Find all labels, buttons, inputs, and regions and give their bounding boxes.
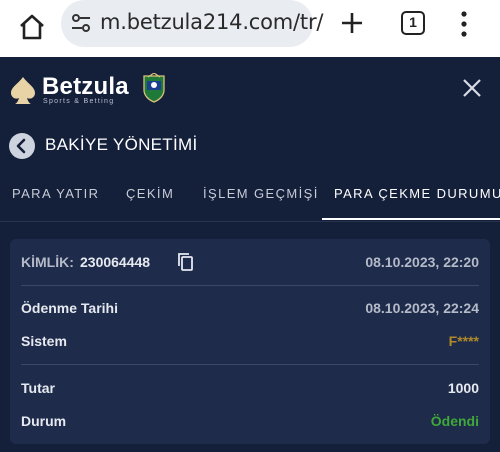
id-value: 230064448 bbox=[80, 254, 151, 270]
brand-tagline: Sports & Betting bbox=[43, 98, 115, 105]
club-badge-icon bbox=[143, 73, 165, 103]
active-tab-indicator bbox=[322, 218, 500, 220]
address-bar[interactable]: m.betzula214.com/tr/ bbox=[61, 0, 323, 47]
payment-date-label: Ödenme Tarihi bbox=[21, 300, 118, 316]
tab-withdrawal-status[interactable]: PARA ÇEKME DURUMU bbox=[334, 186, 500, 201]
payment-date-value: 08.10.2023, 22:24 bbox=[365, 300, 479, 316]
tab-bar: PARA YATIR ÇEKİM İŞLEM GEÇMİŞİ PARA ÇEKM… bbox=[0, 172, 500, 221]
status-badge: Ödendi bbox=[430, 413, 479, 429]
status-label: Durum bbox=[21, 413, 67, 429]
tab-deposit[interactable]: PARA YATIR bbox=[12, 186, 99, 201]
more-options-icon[interactable] bbox=[458, 10, 470, 38]
tab-withdraw[interactable]: ÇEKİM bbox=[126, 186, 174, 201]
card-divider bbox=[21, 285, 479, 286]
status-row: Durum Ödendi bbox=[21, 411, 479, 433]
app-header: Betzula Sports & Betting bbox=[0, 57, 500, 119]
withdrawal-card: KİMLİK: 230064448 08.10.2023, 22:20 Öden… bbox=[10, 239, 490, 444]
amount-row: Tutar 1000 bbox=[21, 378, 479, 400]
chevron-left-icon bbox=[16, 138, 26, 154]
site-settings-icon[interactable] bbox=[69, 11, 93, 35]
tabs-divider bbox=[0, 221, 500, 222]
id-label: KİMLİK: bbox=[21, 254, 74, 270]
close-icon[interactable] bbox=[461, 77, 483, 99]
back-button[interactable] bbox=[9, 133, 35, 159]
system-value: F**** bbox=[448, 333, 479, 349]
spade-icon bbox=[11, 77, 35, 104]
amount-value: 1000 bbox=[447, 380, 479, 396]
id-row: KİMLİK: 230064448 08.10.2023, 22:20 bbox=[21, 252, 479, 274]
home-icon[interactable] bbox=[17, 12, 47, 42]
system-row: Sistem F**** bbox=[21, 331, 479, 353]
card-divider bbox=[21, 364, 479, 365]
url-text[interactable]: m.betzula214.com/tr/ bbox=[100, 10, 323, 34]
brand-name: Betzula bbox=[42, 73, 129, 100]
browser-toolbar: m.betzula214.com/tr/ 1 bbox=[0, 0, 500, 57]
copy-icon[interactable] bbox=[177, 252, 195, 272]
payment-date-row: Ödenme Tarihi 08.10.2023, 22:24 bbox=[21, 298, 479, 320]
amount-label: Tutar bbox=[21, 380, 55, 396]
created-date: 08.10.2023, 22:20 bbox=[365, 254, 479, 270]
tab-transaction-history[interactable]: İŞLEM GEÇMİŞİ bbox=[203, 186, 319, 201]
new-tab-icon[interactable] bbox=[339, 10, 365, 36]
tab-switcher-button[interactable]: 1 bbox=[401, 11, 425, 35]
page-title: BAKİYE YÖNETİMİ bbox=[45, 135, 198, 154]
system-label: Sistem bbox=[21, 333, 67, 349]
brand-logo[interactable]: Betzula Sports & Betting bbox=[8, 71, 188, 107]
